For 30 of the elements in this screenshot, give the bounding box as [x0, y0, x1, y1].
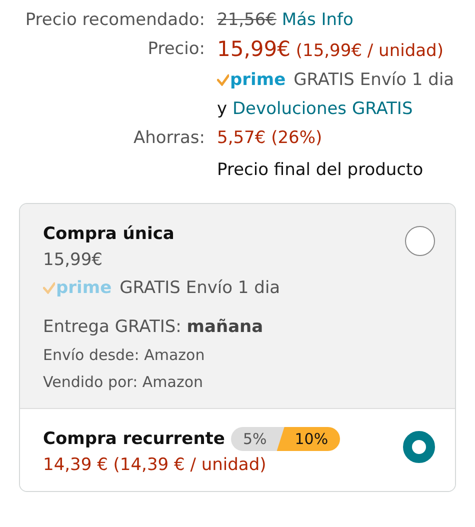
price-note: Precio final del producto	[217, 160, 424, 180]
radio-button[interactable]	[403, 431, 435, 463]
field-label: Ahorras:	[132, 127, 205, 150]
prime-logo: prime	[56, 278, 112, 298]
shipping-text: GRATIS Envío 1 dia	[120, 278, 280, 298]
option-price: 14,39 € (14,39 € / unidad)	[43, 454, 268, 477]
radio-button[interactable]	[405, 226, 435, 256]
delivery-text: Entrega GRATIS: mañana	[43, 316, 264, 339]
option-title: Compra única	[43, 223, 176, 246]
unit-price: (15,99€ / unidad)	[296, 41, 444, 61]
field-label: Precio:	[146, 38, 205, 61]
discount-badge[interactable]: 10%	[276, 427, 340, 451]
price: 15,99€	[217, 37, 290, 61]
purchase-option[interactable]: Compra recurrente 5% 10% 14,39 € (14,39 € / unidad)	[20, 408, 455, 491]
discount-badge[interactable]: 5%	[230, 427, 285, 451]
ships-from: Envío desde: Amazon	[43, 345, 206, 366]
prime-logo: prime	[230, 70, 286, 90]
returns-prefix: y	[217, 99, 228, 119]
sold-by: Vendido por: Amazon	[43, 372, 204, 393]
list-price: 21,56€	[217, 10, 276, 30]
option-title: Compra recurrente	[43, 428, 225, 451]
check-icon	[217, 74, 229, 86]
shipping-text: GRATIS Envío 1 dia	[294, 70, 454, 90]
purchase-option[interactable]: Compra única 15,99€ prime GRATIS Envío 1 dia Entrega GRATIS: mañana Envío desde: Amazon Vendido por: Amazon	[20, 204, 455, 408]
more-info-link[interactable]: Más Info	[282, 10, 354, 30]
returns-link[interactable]: Devoluciones GRATIS	[232, 99, 413, 119]
field-label: Precio recomendado:	[24, 9, 205, 32]
savings-amount: 5,57€ (26%)	[217, 128, 322, 148]
option-price: 15,99€	[43, 249, 104, 272]
check-icon	[43, 282, 55, 294]
